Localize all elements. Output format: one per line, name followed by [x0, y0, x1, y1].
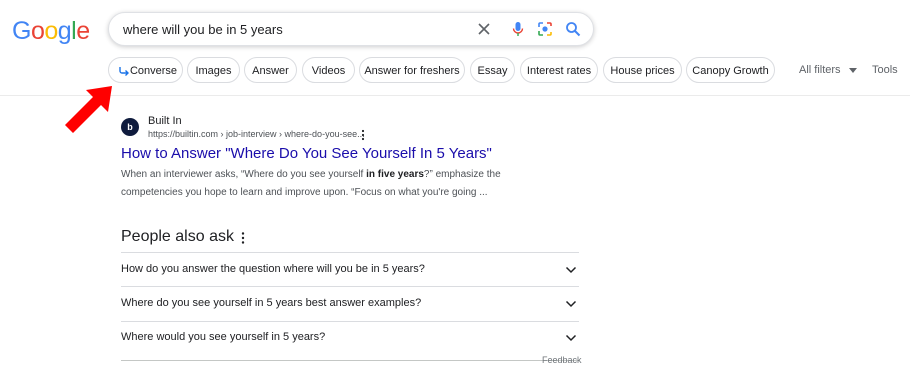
chip-canopy-growth[interactable]: Canopy Growth — [686, 57, 775, 83]
paa-question[interactable]: Where would you see yourself in 5 years? — [121, 331, 325, 343]
chip-interest-rates[interactable]: Interest rates — [520, 57, 598, 83]
paa-more-options-icon[interactable] — [240, 231, 246, 245]
chip-essay[interactable]: Essay — [470, 57, 515, 83]
search-icon[interactable] — [564, 20, 582, 38]
mic-icon[interactable] — [509, 20, 527, 38]
result-title-link[interactable]: How to Answer "Where Do You See Yourself… — [121, 145, 492, 162]
logo-letter: e — [76, 17, 90, 45]
result-snippet: When an interviewer asks, “Where do you … — [121, 166, 511, 202]
search-input[interactable]: where will you be in 5 years — [123, 22, 283, 37]
chevron-down-icon[interactable] — [565, 266, 577, 274]
logo-letter: g — [57, 17, 72, 45]
chip-images[interactable]: Images — [187, 57, 240, 83]
logo-letter: o — [44, 17, 58, 45]
chip-converse[interactable]: Converse — [108, 57, 183, 83]
result-url[interactable]: https://builtin.com › job-interview › wh… — [148, 129, 365, 139]
chip-answer-for-freshers[interactable]: Answer for freshers — [359, 57, 465, 83]
feedback-link[interactable]: Feedback — [542, 355, 582, 365]
converse-arrow-icon — [119, 67, 129, 76]
red-arrow-annotation — [65, 86, 112, 133]
clear-icon[interactable] — [475, 20, 493, 38]
chevron-down-icon[interactable] — [565, 300, 577, 308]
header-divider — [0, 95, 910, 96]
favicon: b — [121, 118, 139, 136]
search-box[interactable]: where will you be in 5 years — [108, 12, 594, 46]
tools-button[interactable]: Tools — [872, 64, 898, 76]
paa-question[interactable]: Where do you see yourself in 5 years bes… — [121, 297, 421, 309]
paa-question[interactable]: How do you answer the question where wil… — [121, 263, 425, 275]
all-filters-button[interactable]: All filters — [799, 64, 857, 76]
paa-divider — [121, 360, 579, 361]
more-options-icon[interactable] — [360, 129, 366, 141]
chip-house-prices[interactable]: House prices — [603, 57, 682, 83]
paa-divider — [121, 286, 579, 287]
all-filters-label: All filters — [799, 64, 841, 76]
dropdown-caret-icon — [848, 67, 857, 73]
chip-videos[interactable]: Videos — [302, 57, 355, 83]
logo-letter: o — [30, 17, 45, 45]
snippet-bold: in five years — [366, 169, 424, 180]
chip-answer[interactable]: Answer — [244, 57, 297, 83]
paa-divider — [121, 252, 579, 253]
google-logo[interactable]: Google — [12, 17, 90, 46]
snippet-text: When an interviewer asks, “Where do you … — [121, 169, 367, 180]
chevron-down-icon[interactable] — [565, 334, 577, 342]
paa-divider — [121, 321, 579, 322]
result-site-name[interactable]: Built In — [148, 115, 182, 127]
paa-title: People also ask — [121, 228, 234, 245]
lens-icon[interactable] — [536, 20, 554, 38]
chip-label: Converse — [129, 65, 178, 77]
logo-letter: G — [12, 17, 31, 45]
